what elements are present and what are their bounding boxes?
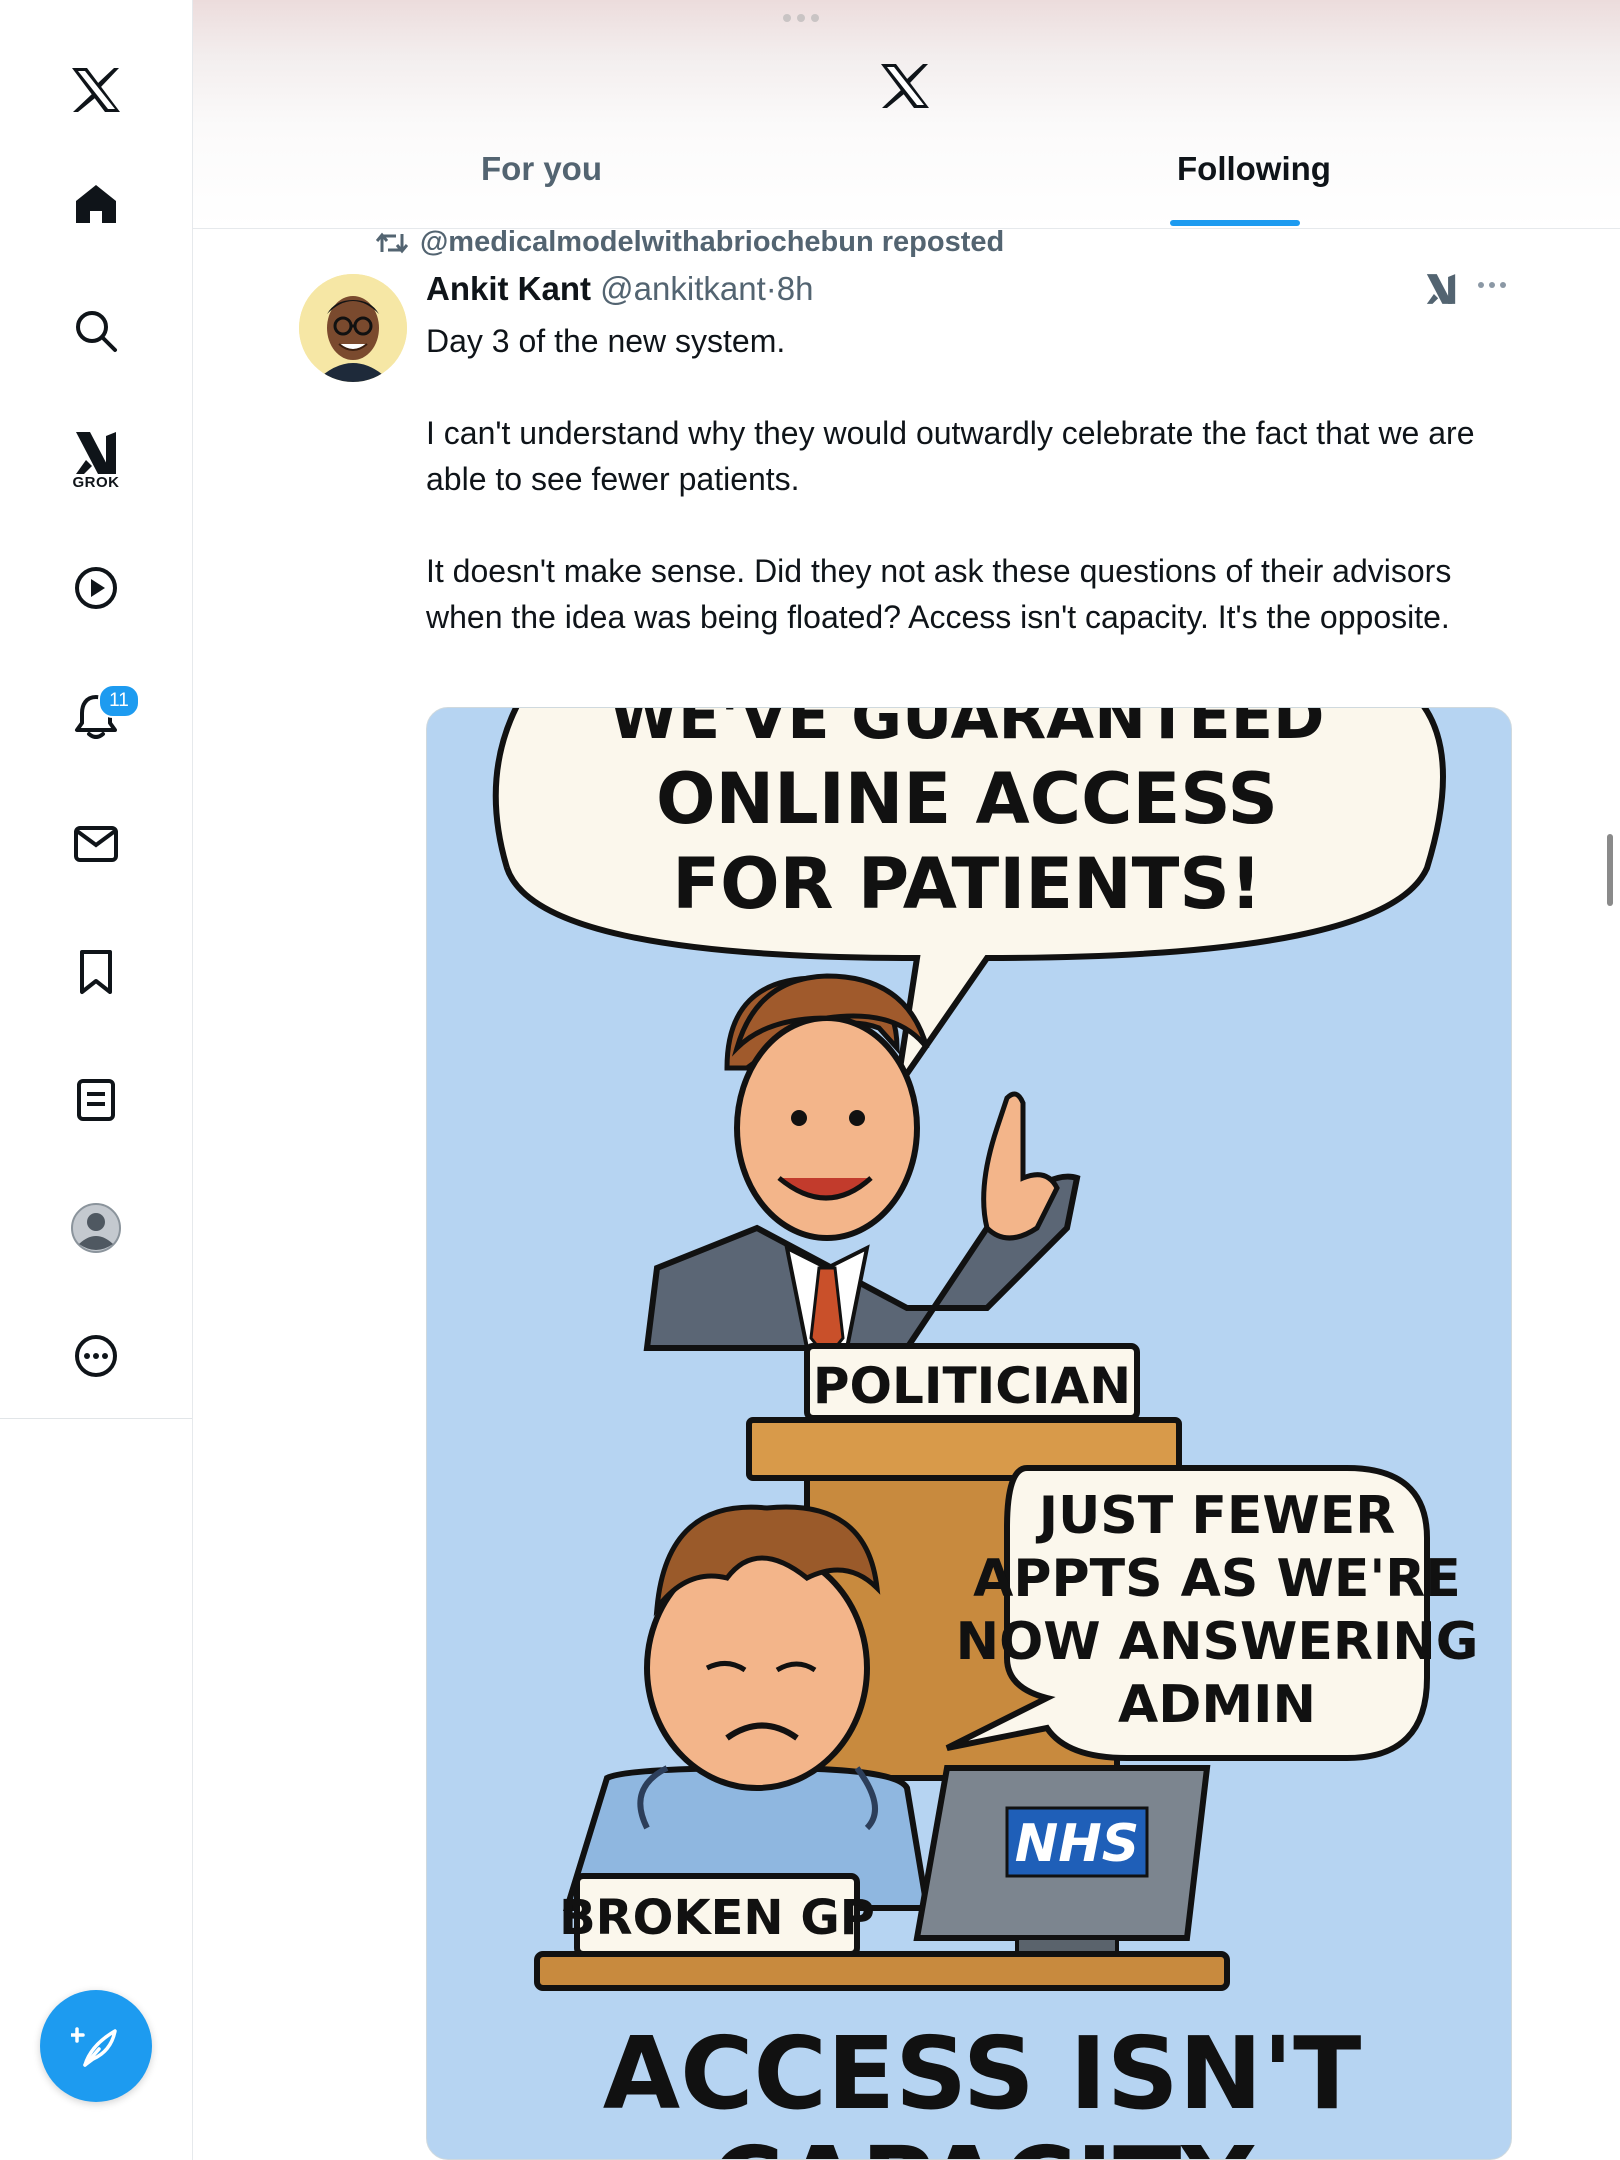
left-sidebar: GROK 11 bbox=[0, 0, 193, 2160]
gp-bubble-line: NOW ANSWERING bbox=[956, 1612, 1479, 1672]
gp-bubble-line: JUST FEWER bbox=[1036, 1486, 1396, 1546]
video-icon[interactable] bbox=[46, 538, 146, 638]
caption-line: CAPACITY bbox=[710, 2125, 1255, 2160]
search-icon[interactable] bbox=[46, 281, 146, 381]
repost-indicator: @medicalmodelwithabriochebun reposted bbox=[376, 226, 1004, 259]
post-time[interactable]: 8h bbox=[777, 270, 814, 307]
more-icon[interactable] bbox=[46, 1306, 146, 1406]
repost-text[interactable]: @medicalmodelwithabriochebun reposted bbox=[420, 226, 1004, 259]
post-image[interactable]: WE'VE GUARANTEED ONLINE ACCESS FOR PATIE… bbox=[426, 707, 1512, 2160]
post-paragraph: I can't understand why they would outwar… bbox=[426, 415, 1475, 497]
post-header: Ankit Kant @ankitkant·8h bbox=[426, 270, 813, 308]
bubble-line: WE'VE GUARANTEED bbox=[609, 708, 1324, 753]
post-text: Day 3 of the new system. I can't underst… bbox=[426, 318, 1516, 640]
list-icon bbox=[77, 1079, 115, 1121]
grok-icon bbox=[76, 432, 116, 474]
scrollbar[interactable] bbox=[1607, 834, 1613, 906]
grok-nav[interactable]: GROK bbox=[46, 412, 146, 512]
sidebar-divider bbox=[0, 1418, 192, 1419]
cartoon-illustration: WE'VE GUARANTEED ONLINE ACCESS FOR PATIE… bbox=[492, 708, 1479, 2160]
separator-dot: · bbox=[765, 270, 777, 307]
tab-following[interactable]: Following bbox=[1177, 150, 1331, 188]
grok-label: GROK bbox=[72, 474, 120, 491]
lists-icon[interactable] bbox=[46, 1050, 146, 1150]
gp-bubble-line: ADMIN bbox=[1118, 1675, 1316, 1735]
x-logo-icon[interactable] bbox=[46, 40, 146, 140]
drag-handle[interactable] bbox=[783, 14, 819, 22]
mail-icon bbox=[74, 826, 118, 862]
active-tab-indicator bbox=[1170, 220, 1300, 226]
bubble-line: FOR PATIENTS! bbox=[672, 843, 1262, 925]
messages-icon[interactable] bbox=[46, 794, 146, 894]
repost-icon bbox=[376, 232, 408, 253]
gp-label: BROKEN GP bbox=[559, 1890, 875, 1946]
author-name[interactable]: Ankit Kant bbox=[426, 270, 591, 307]
bookmarks-icon[interactable] bbox=[46, 922, 146, 1022]
home-icon[interactable] bbox=[46, 154, 146, 254]
compose-button[interactable] bbox=[40, 1990, 152, 2102]
notification-badge: 11 bbox=[98, 684, 140, 718]
bubble-line: ONLINE ACCESS bbox=[656, 758, 1278, 840]
avatar-icon bbox=[71, 1203, 121, 1253]
home-icon bbox=[76, 185, 116, 223]
search-icon bbox=[76, 311, 117, 352]
author-avatar[interactable] bbox=[299, 274, 407, 382]
author-handle[interactable]: @ankitkant bbox=[600, 270, 766, 307]
timeline-header: For you Following bbox=[193, 0, 1620, 229]
caption-line: ACCESS ISN'T bbox=[603, 2015, 1362, 2132]
post-paragraph: Day 3 of the new system. bbox=[426, 323, 786, 359]
x-logo-icon bbox=[72, 68, 120, 112]
post-more-icon[interactable] bbox=[1478, 282, 1506, 288]
grok-icon[interactable] bbox=[1424, 272, 1458, 311]
x-logo-icon bbox=[879, 62, 931, 115]
tab-for-you[interactable]: For you bbox=[481, 150, 602, 188]
post-paragraph: It doesn't make sense. Did they not ask … bbox=[426, 553, 1452, 635]
profile-icon[interactable] bbox=[46, 1178, 146, 1278]
compose-feather-icon bbox=[71, 2027, 117, 2067]
video-icon bbox=[75, 567, 117, 609]
more-circle-icon bbox=[75, 1335, 117, 1377]
bookmark-icon bbox=[80, 950, 112, 994]
gp-bubble-line: APPTS AS WE'RE bbox=[973, 1549, 1461, 1609]
politician-label: POLITICIAN bbox=[813, 1357, 1131, 1415]
monitor-nhs-label: NHS bbox=[1015, 1814, 1140, 1874]
